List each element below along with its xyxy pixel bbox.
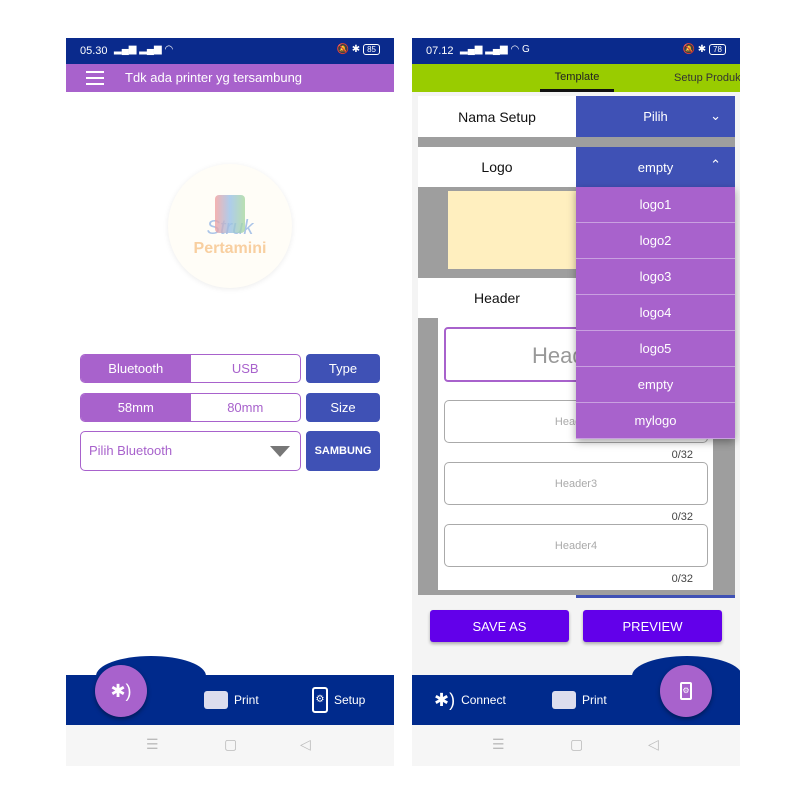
logo-option[interactable]: empty (576, 367, 735, 403)
bluetooth-fab[interactable]: ✱) (95, 665, 147, 717)
size-option-80mm[interactable]: 80mm (191, 394, 301, 421)
status-time: 05.30 (80, 45, 108, 57)
divider (418, 137, 735, 147)
type-toggle: Bluetooth USB (80, 354, 301, 383)
app-logo: Struk Pertamini (168, 164, 292, 288)
menu-icon[interactable] (86, 71, 104, 85)
bluetooth-device-select[interactable]: Pilih Bluetooth (80, 431, 301, 471)
nav-setup[interactable]: ⚙ Setup (312, 685, 365, 715)
dropdown-edge (576, 595, 735, 598)
type-option-bluetooth[interactable]: Bluetooth (81, 355, 191, 382)
header4-counter: 0/32 (671, 573, 693, 585)
sambung-button[interactable]: SAMBUNG (306, 431, 380, 471)
type-button[interactable]: Type (306, 354, 380, 383)
logo-option[interactable]: logo2 (576, 223, 735, 259)
nama-setup-dropdown[interactable]: Pilih ⌄ (576, 96, 735, 137)
signal-icon: ▂▄▆ ▂▄▆ ◠ (114, 44, 174, 55)
battery-indicator: 78 (709, 44, 726, 55)
status-bar: 05.30 ▂▄▆ ▂▄▆ ◠ 🔕 ✱ 85 (66, 38, 394, 64)
size-option-58mm[interactable]: 58mm (81, 394, 191, 421)
size-button[interactable]: Size (306, 393, 380, 422)
signal-icon: ▂▄▆ ▂▄▆ ◠ G (460, 44, 530, 55)
nav-print[interactable]: Print (204, 687, 259, 713)
back-icon[interactable]: ◁ (300, 736, 311, 753)
logo-option[interactable]: logo1 (576, 187, 735, 223)
tab-template-label: Template (554, 70, 600, 83)
battery-indicator: 85 (363, 44, 380, 55)
header2-counter: 0/32 (671, 449, 693, 461)
recent-apps-icon[interactable]: ☰ (492, 736, 505, 753)
nav-setup-label: Setup (334, 693, 366, 707)
status-icons: 🔕 ✱ 85 (336, 44, 380, 55)
logo-dropdown[interactable]: empty ⌃ (576, 147, 735, 187)
fuel-pump-icon (215, 194, 245, 233)
recent-apps-icon[interactable]: ☰ (146, 736, 159, 753)
chevron-up-icon: ⌃ (710, 157, 721, 172)
logo-option[interactable]: logo3 (576, 259, 735, 295)
home-icon[interactable]: ▢ (224, 736, 237, 753)
printer-icon (204, 691, 228, 709)
app-bar: Tdk ada printer yg tersambung (66, 64, 394, 92)
type-option-usb[interactable]: USB (191, 355, 301, 382)
nav-connect[interactable]: ✱) Connect (434, 687, 506, 713)
logo-option[interactable]: mylogo (576, 403, 735, 439)
logo-value: empty (637, 159, 674, 175)
logo-text-pertamini: Pertamini (193, 239, 267, 257)
home-icon[interactable]: ▢ (570, 736, 583, 753)
tab-template[interactable]: Template (540, 64, 614, 92)
tab-setup-produk[interactable]: Setup Produk (674, 72, 740, 84)
nav-print[interactable]: Print (552, 687, 607, 713)
nav-connect-label: Connect (461, 693, 506, 707)
nav-print-label: Print (234, 693, 259, 707)
preview-button[interactable]: PREVIEW (583, 610, 722, 642)
tab-bar: Template Setup Produk (412, 64, 740, 92)
right-phone-screen: 07.12 ▂▄▆ ▂▄▆ ◠ G 🔕 ✱ 78 Template Setup P… (412, 38, 740, 766)
system-nav-bar: ☰ ▢ ◁ (66, 725, 394, 766)
header-label: Header (418, 278, 576, 318)
system-nav-bar: ☰ ▢ ◁ (412, 725, 740, 766)
app-title: Tdk ada printer yg tersambung (125, 70, 303, 85)
logo-label: Logo (418, 147, 576, 187)
status-time: 07.12 (426, 45, 454, 57)
device-select-value: Pilih Bluetooth (89, 443, 173, 458)
logo-option[interactable]: logo4 (576, 295, 735, 331)
chevron-down-icon: ⌄ (710, 108, 721, 123)
nama-setup-label: Nama Setup (418, 96, 576, 137)
setup-phone-gear-icon: ⚙ (312, 687, 328, 713)
logo-option[interactable]: logo5 (576, 331, 735, 367)
printer-icon (552, 691, 576, 709)
status-bar: 07.12 ▂▄▆ ▂▄▆ ◠ G 🔕 ✱ 78 (412, 38, 740, 64)
bluetooth-icon: ✱) (110, 680, 132, 701)
header3-counter: 0/32 (671, 511, 693, 523)
header4-input[interactable]: Header4 (444, 524, 708, 567)
status-icons: 🔕 ✱ 78 (682, 44, 726, 55)
back-icon[interactable]: ◁ (648, 736, 659, 753)
bluetooth-icon: ✱) (434, 689, 456, 710)
left-phone-screen: 05.30 ▂▄▆ ▂▄▆ ◠ 🔕 ✱ 85 Tdk ada printer yg… (66, 38, 394, 766)
nav-print-label: Print (582, 693, 607, 707)
save-as-button[interactable]: SAVE AS (430, 610, 569, 642)
header3-input[interactable]: Header3 (444, 462, 708, 505)
setup-phone-gear-icon: ⚙ (680, 682, 692, 700)
nama-setup-value: Pilih (643, 109, 668, 124)
dropdown-arrow-icon (270, 446, 290, 457)
setup-fab[interactable]: ⚙ (660, 665, 712, 717)
size-toggle: 58mm 80mm (80, 393, 301, 422)
logo-dropdown-menu: logo1 logo2 logo3 logo4 logo5 empty mylo… (576, 187, 735, 439)
